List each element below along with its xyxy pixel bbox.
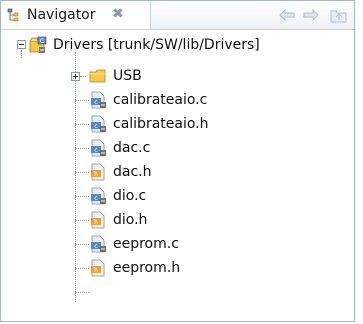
c-header-file-icon: h [91, 211, 105, 229]
tree-connector [75, 268, 89, 269]
navigator-view: Navigator ✖ C Drivers [trunk/SW/lib/Driv… [0, 0, 355, 322]
close-icon[interactable]: ✖ [112, 6, 124, 22]
root-label: Drivers [trunk/SW/lib/Drivers] [53, 37, 260, 53]
svg-text:c: c [94, 123, 97, 130]
c-source-file-icon: c [91, 91, 106, 109]
svg-text:c: c [94, 243, 97, 250]
svg-text:c: c [94, 195, 97, 202]
back-button[interactable] [277, 5, 297, 25]
up-folder-icon [330, 10, 347, 23]
tree-connector [75, 100, 89, 101]
navigator-tab[interactable]: Navigator ✖ [1, 1, 151, 29]
tree-connector [75, 52, 76, 302]
forward-arrow-icon [303, 9, 319, 21]
item-label: USB [113, 68, 142, 84]
tree-connector [75, 124, 89, 125]
svg-text:c: c [94, 99, 97, 106]
item-label: eeprom.h [113, 260, 181, 276]
svg-text:h: h [94, 267, 98, 274]
tree-connector [75, 172, 89, 173]
tree-connector [75, 148, 89, 149]
tree-item-file[interactable]: h dac.h [89, 160, 152, 184]
navigator-icon [7, 8, 19, 22]
tree-item-file[interactable]: c dio.c [89, 184, 146, 208]
c-source-file-icon: c [91, 139, 106, 157]
tree-connector [75, 196, 89, 197]
c-source-file-icon: c [91, 187, 106, 205]
svg-text:c: c [94, 147, 97, 154]
item-label: calibrateaio.h [113, 116, 209, 132]
tree-item-file[interactable]: c calibrateaio.h [89, 112, 209, 136]
up-button[interactable] [329, 5, 349, 25]
c-header-file-icon: h [91, 163, 105, 181]
svg-text:h: h [94, 171, 98, 178]
item-label: eeprom.c [113, 236, 179, 252]
tree-connector [80, 76, 86, 77]
tree-item-file[interactable]: h dio.h [89, 208, 147, 232]
folder-icon [89, 69, 106, 83]
tree-item-file[interactable]: c calibrateaio.c [89, 88, 207, 112]
collapse-toggle[interactable] [17, 40, 26, 49]
tree-item-file[interactable]: c eeprom.c [89, 232, 179, 256]
c-source-file-icon: c [91, 235, 106, 253]
tree-connector [75, 244, 89, 245]
item-label: calibrateaio.c [113, 92, 208, 108]
forward-button[interactable] [301, 5, 321, 25]
back-arrow-icon [279, 9, 295, 21]
c-source-file-icon: c [91, 115, 106, 133]
view-tab-bar: Navigator ✖ [1, 1, 354, 30]
tree-item-file[interactable]: c dac.c [89, 136, 150, 160]
tree-connector [21, 50, 22, 58]
item-label: dio.c [113, 188, 147, 204]
item-label: dac.h [113, 164, 152, 180]
tree-connector [75, 292, 89, 293]
item-label: dio.h [113, 212, 148, 228]
view-title: Navigator [27, 7, 96, 23]
item-label: dac.c [113, 140, 151, 156]
tree-connector [75, 220, 89, 221]
navigator-tree: C Drivers [trunk/SW/lib/Drivers] USB c c… [1, 30, 354, 321]
c-header-file-icon: h [91, 259, 105, 277]
svg-text:C: C [40, 38, 44, 45]
expand-toggle[interactable] [71, 72, 80, 81]
svn-project-icon: C [29, 36, 47, 53]
tree-item-folder[interactable]: USB [89, 64, 142, 88]
svg-text:h: h [94, 219, 98, 226]
tree-item-root[interactable]: C Drivers [trunk/SW/lib/Drivers] [29, 33, 260, 57]
tree-item-file[interactable]: h eeprom.h [89, 256, 180, 280]
